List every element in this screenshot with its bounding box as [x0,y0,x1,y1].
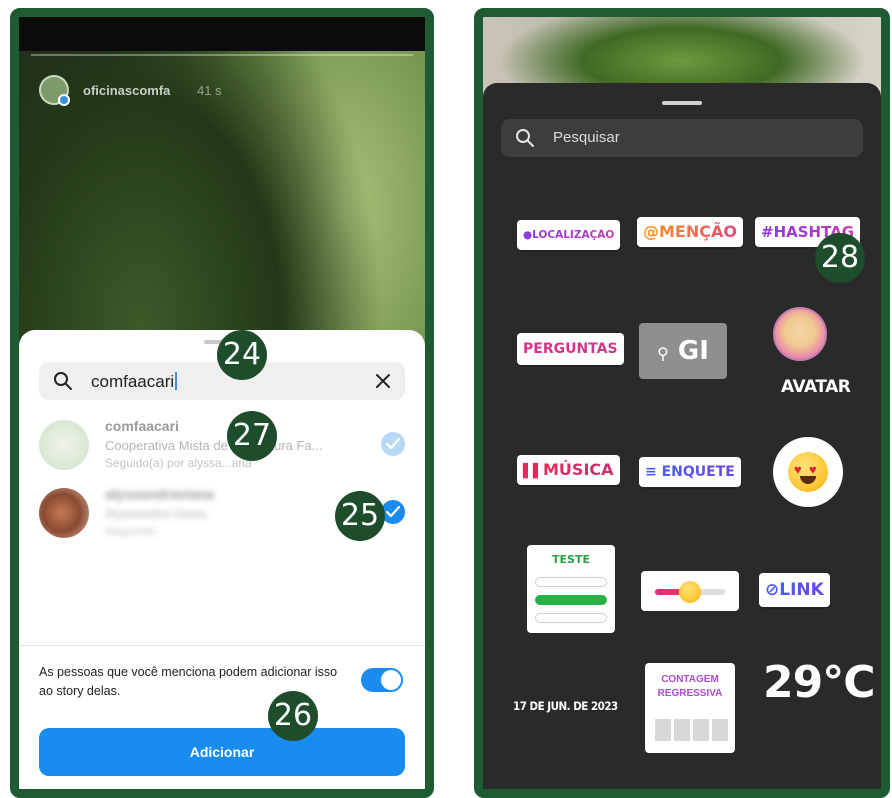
mention-sticker[interactable]: @MENÇÃO [637,217,743,247]
countdown-digit [712,719,728,741]
heart-eye-icon: ♥ [794,462,802,477]
result-meta: Seguindo [105,524,156,538]
annotation-badge-28: 28 [815,233,865,283]
divider [19,645,425,646]
questions-sticker-label: PERGUNTAS [523,341,618,357]
result-name: alyssandraviana [105,486,214,502]
story-time: 41 s [197,83,222,98]
mention-sticker-label: @MENÇÃO [643,222,737,241]
result-avatar [39,420,89,470]
toggle-knob [381,670,401,690]
annotation-badge-24: 24 [217,330,267,380]
story-username[interactable]: oficinascomfa [83,83,170,98]
link-sticker[interactable]: ⊘LINK [759,573,830,607]
avatar-sticker[interactable] [773,307,827,361]
temperature-sticker[interactable]: 29°C [763,657,876,708]
add-button[interactable]: Adicionar [39,728,405,776]
quiz-sticker-label: TESTE [552,553,590,566]
date-sticker[interactable]: 17 DE JUN. DE 2023 [513,699,618,713]
poll-lines-icon: ≡ [645,464,662,480]
clear-search-icon[interactable] [373,371,393,391]
sticker-screen: Pesquisar ●LOCALIZAÇÃO @MENÇÃO #HASHTAG … [474,8,890,798]
result-subtitle: Alyssandra Viana [105,506,206,521]
reshare-toggle[interactable] [361,668,403,692]
countdown-digit [693,719,709,741]
quiz-option [535,613,607,623]
story-avatar[interactable] [39,75,70,106]
result-name: comfaacari [105,418,179,434]
search-placeholder: Pesquisar [553,129,620,146]
gif-search-icon: ⚲ [657,344,669,363]
mention-sheet: comfaacari comfaacari Cooperativa Mista … [19,330,425,789]
countdown-label: CONTAGEM REGRESSIVA [657,674,723,699]
poll-sticker[interactable]: ≡ ENQUETE [639,457,741,487]
mention-screen: oficinascomfa 41 s comfaacari comfaacari… [10,8,434,798]
story-progress-bar [31,54,413,56]
quiz-sticker[interactable]: TESTE [527,545,615,633]
music-sticker[interactable]: ▌▌MÚSICA [517,455,620,485]
search-icon [54,372,72,390]
location-pin-icon: ● [523,229,533,241]
quiz-option-correct [535,595,607,605]
annotation-badge-25: 25 [335,491,385,541]
questions-sticker[interactable]: PERGUNTAS [517,333,624,365]
countdown-sticker[interactable]: CONTAGEM REGRESSIVA [645,663,735,753]
poll-sticker-label: ENQUETE [661,464,735,480]
quiz-option [535,577,607,587]
result-avatar [39,488,89,538]
heart-eyes-emoji-icon: ♥ ♥ [788,452,828,492]
annotation-badge-27: 27 [227,411,277,461]
avatar-sticker-label: AVATAR [781,377,851,397]
gif-sticker-label: GI [677,336,709,366]
emoji-slider-sticker[interactable]: ♥ ♥ [773,437,843,507]
tray-handle[interactable] [662,101,702,105]
countdown-digit [655,719,671,741]
gif-sticker[interactable]: ⚲ GI [639,323,727,379]
link-sticker-label: LINK [779,580,824,600]
add-story-icon [58,94,70,106]
emoji-mouth [800,476,816,484]
result-row-comfaacari[interactable]: comfaacari Cooperativa Mista de Agricult… [39,416,405,480]
select-check-icon[interactable] [381,432,405,456]
music-sticker-label: MÚSICA [543,460,614,479]
sticker-search-field[interactable]: Pesquisar [501,119,863,157]
result-meta: Seguido(a) por alyssa...ana [105,456,252,470]
emoji-slider-sticker-2[interactable] [641,571,739,611]
story-top-bar [19,17,425,51]
text-caret [175,372,178,390]
heart-eye-icon: ♥ [809,462,817,477]
heart-eyes-emoji-icon [679,581,701,603]
link-icon: ⊘ [765,580,780,600]
location-sticker-label: LOCALIZAÇÃO [532,229,615,241]
search-icon [516,129,534,147]
search-input[interactable]: comfaacari [91,372,178,392]
music-bars-icon: ▌▌ [523,464,543,479]
location-sticker[interactable]: ●LOCALIZAÇÃO [517,220,621,250]
countdown-digit [674,719,690,741]
annotation-badge-26: 26 [268,691,318,741]
